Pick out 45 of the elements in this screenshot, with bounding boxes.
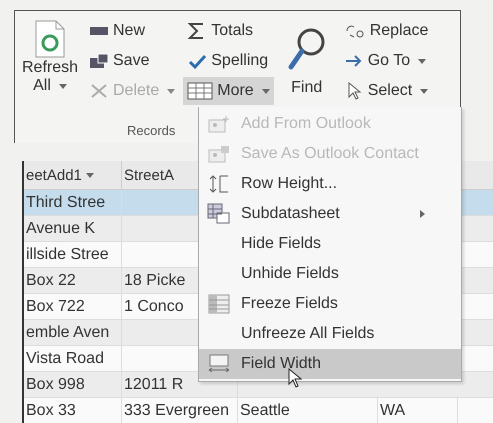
table-cell: Box 998: [26, 376, 85, 394]
checkmark-icon: [187, 52, 208, 70]
ribbon-command-button[interactable]: Totals: [183, 17, 274, 45]
new-record-icon: [89, 24, 109, 38]
group-label: Records: [127, 123, 176, 138]
table-cell: 18 Picke: [124, 272, 186, 290]
row-height-icon: [208, 174, 230, 194]
grid-icon: [187, 82, 214, 100]
ribbon-command-button[interactable]: Replace: [340, 17, 432, 45]
menu-item[interactable]: Unhide Fields: [199, 259, 461, 289]
right-arrow-icon: [344, 54, 364, 68]
table-cell: Box 22: [26, 272, 76, 290]
contact-card-icon: [208, 145, 230, 163]
menu-item[interactable]: Subdatasheet: [199, 199, 461, 229]
ribbon-command-button[interactable]: Save: [85, 47, 180, 75]
table-cell: 1 Conco: [124, 298, 184, 316]
ribbon-command-button[interactable]: Go To: [340, 47, 432, 75]
ribbon-command-button[interactable]: Select: [340, 77, 432, 105]
table-cell: Box 33: [26, 402, 76, 420]
table-cell: illside Stree: [26, 246, 109, 264]
table-cell: 12011 R: [124, 376, 184, 394]
ribbon-command-button[interactable]: New: [85, 17, 180, 45]
ribbon-command-button[interactable]: Spelling: [183, 47, 274, 75]
table-cell: 333 Evergreen: [124, 402, 229, 420]
table-cell: Vista Road: [26, 350, 104, 368]
table-cell: WA: [380, 402, 406, 420]
refresh-all-button[interactable]: Refresh All: [19, 17, 81, 117]
menu-item[interactable]: Field Width: [199, 349, 461, 379]
table-cell: emble Aven: [26, 324, 110, 342]
table-cell: Avenue K: [26, 220, 96, 238]
table-cell: Box 722: [26, 298, 85, 316]
subdatasheet-icon: [207, 203, 231, 225]
menu-item[interactable]: Unfreeze All Fields: [199, 319, 461, 349]
ribbon-command-button[interactable]: More: [183, 77, 274, 105]
table-cell: Seattle: [240, 402, 290, 420]
column-header[interactable]: eetAdd1: [24, 161, 122, 189]
refresh-document-icon: [33, 19, 67, 59]
field-width-icon: [207, 354, 231, 374]
save-icon: [89, 53, 109, 69]
delete-x-icon: [89, 83, 109, 99]
table-cell: Third Stree: [26, 194, 106, 212]
contact-card-icon: [208, 115, 230, 133]
menu-item[interactable]: Freeze Fields: [199, 289, 461, 319]
menu-item[interactable]: Hide Fields: [199, 229, 461, 259]
freeze-columns-icon: [208, 294, 230, 314]
